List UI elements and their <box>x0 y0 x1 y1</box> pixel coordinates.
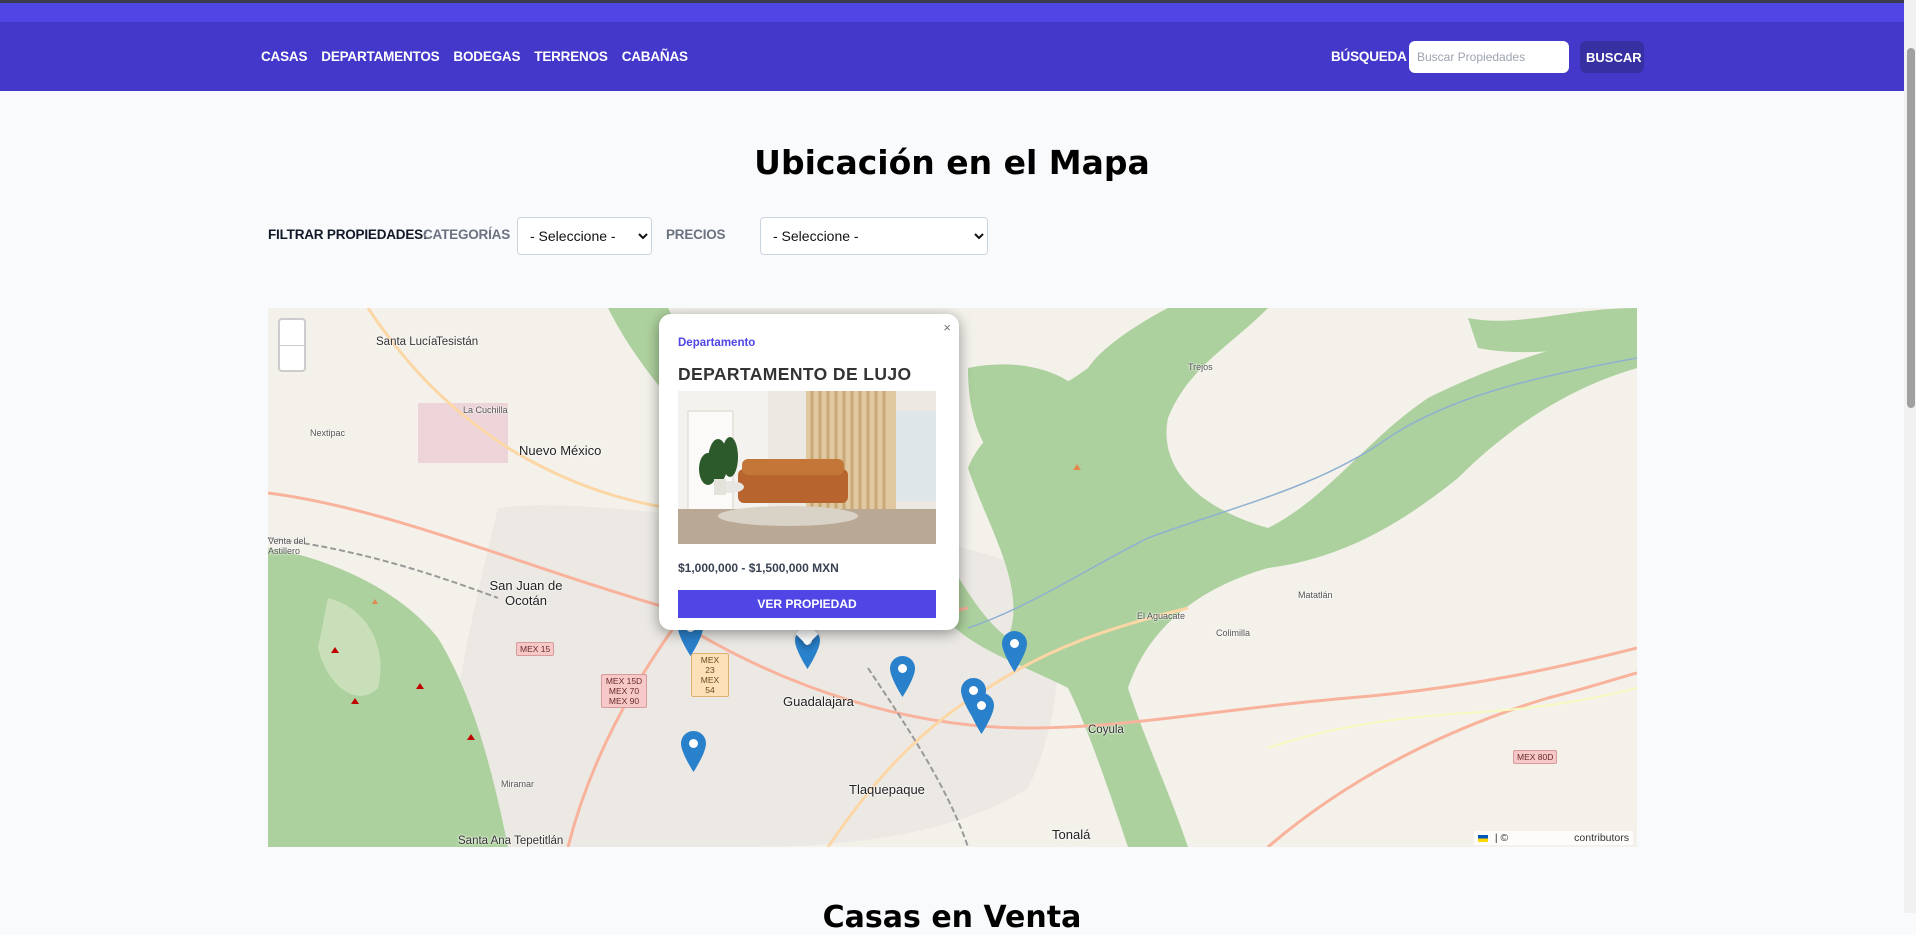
next-section-title: Casas en Venta <box>822 900 1082 935</box>
nav-links: CASAS DEPARTAMENTOS BODEGAS TERRENOS CAB… <box>261 49 688 64</box>
search-input[interactable] <box>1409 41 1569 73</box>
property-image <box>678 391 936 544</box>
zoom-in-button[interactable]: + <box>280 320 304 346</box>
place-label: Miramar <box>501 779 534 789</box>
nav-link-casas[interactable]: CASAS <box>261 49 307 64</box>
place-label: San Juan de Ocotán <box>489 578 563 608</box>
place-label: Nuevo México <box>519 443 602 458</box>
popup-title: DEPARTAMENTO DE LUJO <box>678 364 912 384</box>
map-marker[interactable] <box>681 731 706 772</box>
popup-category: Departamento <box>678 337 756 349</box>
filter-label: FILTRAR PROPIEDADES: <box>268 227 428 242</box>
place-label: Tesistán <box>436 336 479 348</box>
place-label: Nextipac <box>310 428 346 438</box>
place-label: Matatlán <box>1298 590 1333 600</box>
place-label: Tlaquepaque <box>849 782 925 797</box>
attribution-text: contributors <box>1574 832 1629 844</box>
highway-shield: MEX 80D <box>1513 750 1558 764</box>
map-marker[interactable] <box>1002 631 1027 672</box>
popup-price: $1,000,000 - $1,500,000 MXN <box>678 561 839 575</box>
view-property-button[interactable]: VER PROPIEDAD <box>678 590 936 618</box>
place-label: La Cuchilla <box>463 405 508 415</box>
scrollbar-thumb[interactable] <box>1907 48 1915 408</box>
place-label: Santa Lucía <box>376 336 438 348</box>
category-select[interactable]: - Seleccione - <box>517 217 652 255</box>
place-label: Santa Ana Tepetitlán <box>458 835 564 847</box>
zoom-control: + − <box>278 318 306 372</box>
place-label: Colimilla <box>1216 628 1251 638</box>
price-select[interactable]: - Seleccione - <box>760 217 988 255</box>
place-label: Trejos <box>1188 362 1213 372</box>
map-attribution: | © contributors <box>1473 831 1633 845</box>
navbar: CASAS DEPARTAMENTOS BODEGAS TERRENOS CAB… <box>0 3 1916 91</box>
search-label: BÚSQUEDA <box>1331 49 1407 64</box>
popup-close-icon[interactable]: × <box>943 320 951 335</box>
place-label: Coyula <box>1088 724 1124 736</box>
property-popup: × Departamento DEPARTAMENTO DE LUJO $1,0… <box>659 314 959 630</box>
price-label: PRECIOS <box>666 227 726 242</box>
place-label: Tonalá <box>1052 827 1091 842</box>
place-label: Venta del Astillero <box>268 536 306 556</box>
attribution-sep: | © <box>1494 832 1509 844</box>
map-marker[interactable] <box>890 656 915 697</box>
nav-link-terrenos[interactable]: TERRENOS <box>534 49 608 64</box>
highway-shield: MEX 15 <box>516 642 555 656</box>
map[interactable]: Santa Lucía Tesistán La Cuchilla Nextipa… <box>268 308 1637 847</box>
highway-shield: MEX 23 MEX 54 <box>691 653 729 697</box>
map-marker[interactable] <box>969 693 994 734</box>
search-button[interactable]: BUSCAR <box>1580 41 1644 73</box>
ukraine-flag-icon <box>1477 834 1488 842</box>
page-title: Ubicación en el Mapa <box>754 143 1150 182</box>
zoom-out-button[interactable]: − <box>280 346 304 371</box>
highway-shield: MEX 15D MEX 70 MEX 90 <box>601 674 647 708</box>
place-label: Guadalajara <box>783 694 854 709</box>
nav-link-departamentos[interactable]: DEPARTAMENTOS <box>321 49 439 64</box>
nav-link-bodegas[interactable]: BODEGAS <box>453 49 520 64</box>
place-label: El Aguacate <box>1137 611 1186 621</box>
category-label: CATEGORÍAS <box>423 227 511 242</box>
nav-link-cabanas[interactable]: CABAÑAS <box>622 49 688 64</box>
